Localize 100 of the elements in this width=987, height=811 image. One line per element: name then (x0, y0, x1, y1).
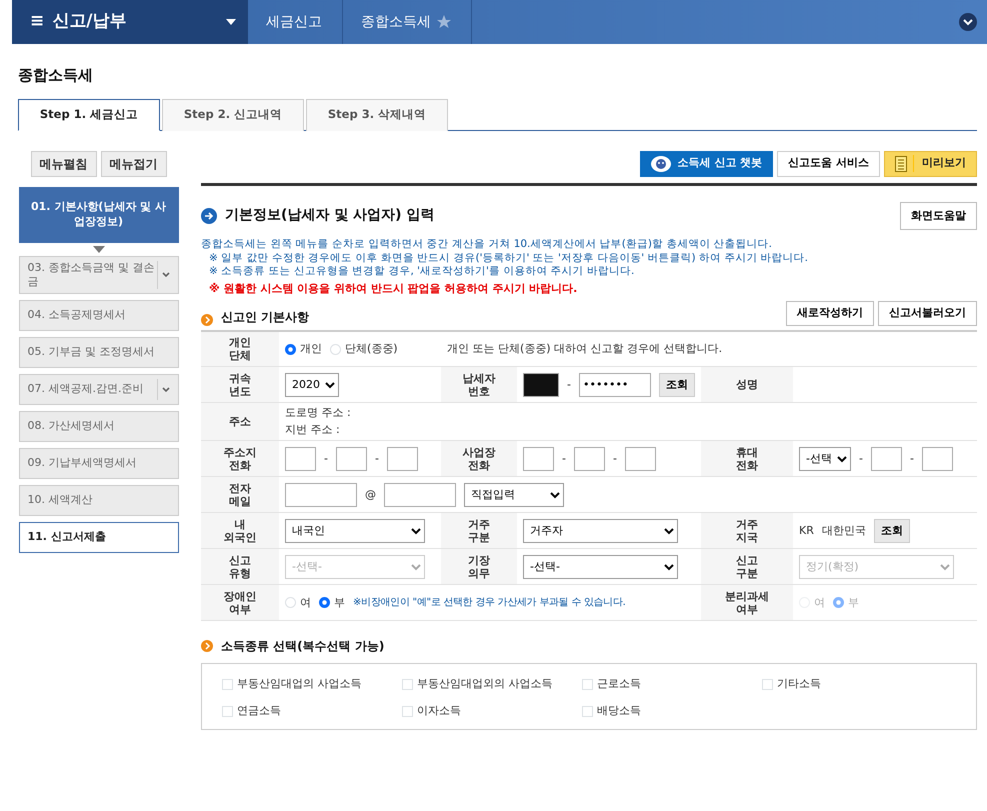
checkbox-label[interactable]: 근로소득 (597, 676, 641, 693)
field-label: 귀속 년도 (201, 366, 279, 403)
sidebar-item[interactable]: 03. 종합소득금액 및 결손금 (18, 256, 178, 294)
document-icon (895, 156, 907, 172)
separator: @ (365, 486, 376, 503)
tab[interactable]: Step 3. 삭제내역 (306, 98, 448, 130)
sidebar-item[interactable]: 07. 세액공제.감면.준비 (18, 374, 178, 406)
info-text: ※ 일부 값만 수정한 경우에도 이후 화면을 반드시 경유('등록하기' 또는 '저장후 다음이동' 버튼클릭) 하여 주시기 바랍니다. (208, 252, 809, 266)
checkbox-label[interactable]: 부동산임대업의 사업소득 (237, 676, 362, 693)
sidebar-item[interactable]: 10. 세액계산 (18, 485, 178, 516)
checkbox[interactable] (582, 679, 593, 690)
menu-toggle-button[interactable]: 메뉴접기 (100, 150, 166, 176)
sidebar-item[interactable]: 05. 기부금 및 조정명세서 (18, 337, 178, 368)
help-button[interactable]: 화면도움말 (900, 202, 977, 230)
section-title: 소득종류 선택(복수선택 가능) (221, 638, 384, 656)
help-service-button[interactable]: 신고도움 서비스 (777, 150, 880, 176)
breadcrumb-link[interactable]: 종합소득세 (343, 0, 472, 44)
redacted-field (523, 372, 560, 397)
chevron-down-icon (959, 13, 977, 31)
separator: - (374, 450, 379, 467)
chatbot-button[interactable]: 소득세 신고 챗봇 (640, 150, 774, 176)
sidebar-item[interactable]: 09. 기납부세액명세서 (18, 448, 178, 480)
field-text: 개인 또는 단체(종중) 대하여 신고할 경우에 선택합니다. (447, 340, 722, 357)
input-field[interactable] (870, 446, 902, 471)
input-field[interactable] (285, 446, 316, 471)
menu-toggle-button[interactable]: 메뉴펼침 (30, 150, 96, 176)
checkbox[interactable] (582, 706, 593, 717)
radio-label[interactable]: 개인 (300, 340, 322, 358)
input-field[interactable] (922, 446, 953, 471)
dropdown[interactable]: -선택- (523, 554, 678, 579)
checkbox-label[interactable]: 부동산임대업외의 사업소득 (417, 676, 552, 693)
field-label: 기장 의무 (441, 548, 517, 585)
dropdown[interactable]: 거주자 (523, 518, 678, 543)
menu-button[interactable]: ≡ 신고/납부 (12, 0, 248, 44)
field-label: 내 외국인 (201, 512, 279, 549)
breadcrumb-link[interactable]: 세금신고 (248, 0, 343, 44)
field-label: 전자 메일 (201, 476, 279, 513)
section-heading: 기본정보(납세자 및 사업자) 입력 (225, 206, 434, 226)
checkbox[interactable] (762, 679, 773, 690)
radio-label[interactable]: 부 (334, 594, 345, 612)
checkbox-label[interactable]: 이자소득 (417, 702, 461, 720)
info-text: 종합소득세는 왼쪽 메뉴를 순차로 입력하면서 중간 계산을 거쳐 10.세액계산에서 납부(환급)할 총세액이 산출됩니다. (201, 238, 773, 252)
field-label: 거주 구분 (441, 512, 517, 549)
input-field[interactable] (523, 446, 554, 471)
page-title: 종합소득세 (18, 65, 94, 86)
checkbox[interactable] (222, 679, 233, 690)
sidebar-item[interactable]: 04. 소득공제명세서 (18, 300, 178, 332)
lookup-button[interactable]: 조회 (874, 518, 910, 544)
arrow-right-icon (201, 640, 213, 652)
field-label: 장애인 여부 (201, 584, 279, 621)
separator: - (612, 450, 617, 467)
input-field[interactable] (285, 482, 357, 507)
checkbox[interactable] (402, 679, 413, 690)
input-field[interactable] (386, 446, 418, 471)
sidebar-item[interactable]: 01. 기본사항(납세자 및 사업장정보) (18, 186, 178, 242)
field-label: 신고 구분 (701, 548, 793, 585)
input-field[interactable]: ••••••• (579, 372, 651, 397)
note-text: ※비장애인이 "예"로 선택한 경우 가산세가 부과될 수 있습니다. (353, 596, 626, 610)
input-field[interactable] (574, 446, 605, 471)
input-field[interactable] (384, 482, 456, 507)
sidebar-item[interactable]: 11. 신고서제출 (18, 522, 178, 554)
arrow-right-icon (201, 314, 213, 326)
info-text: ※ 소득종류 또는 신고유형을 변경할 경우, '새로작성하기'를 이용하여 주시기 바랍니다. (208, 265, 636, 279)
field-label: 납세자 번호 (441, 366, 517, 403)
section-title: 신고인 기본사항 (221, 308, 310, 326)
input-field[interactable] (624, 446, 656, 471)
checkbox-label[interactable]: 기타소득 (777, 676, 821, 693)
field-label: 주소지 전화 (201, 440, 279, 477)
separator: - (324, 450, 328, 467)
field-label: 사업장 전화 (441, 440, 517, 477)
dropdown[interactable]: 2020 (285, 372, 339, 397)
dropdown[interactable]: 직접입력 (464, 482, 564, 507)
radio-button[interactable] (319, 597, 330, 608)
radio-label[interactable]: 여 (300, 594, 311, 612)
load-form-button[interactable]: 신고서불러오기 (878, 301, 977, 326)
field-text: 대한민국 (822, 522, 866, 539)
chatbot-icon (651, 154, 672, 172)
input-field[interactable] (336, 446, 367, 471)
separator: - (562, 450, 566, 467)
radio-button[interactable] (285, 344, 296, 355)
new-form-button[interactable]: 새로작성하기 (786, 301, 874, 326)
tab[interactable]: Step 2. 신고내역 (162, 98, 304, 130)
separator: - (910, 450, 914, 467)
checkbox-label[interactable]: 연금소득 (237, 702, 281, 720)
radio-label[interactable]: 단체(종중) (345, 340, 398, 358)
field-label: 주소 (201, 402, 279, 441)
lookup-button[interactable]: 조회 (659, 372, 695, 398)
tab[interactable]: Step 1. 세금신고 (18, 98, 160, 130)
dropdown[interactable]: -선택 (799, 446, 851, 471)
field-label: 휴대 전화 (701, 440, 793, 477)
field-label: 개인 단체 (201, 330, 279, 367)
sidebar-item[interactable]: 08. 가산세명세서 (18, 411, 178, 442)
down-triangle-icon (92, 246, 104, 252)
checkbox-label[interactable]: 배당소득 (597, 702, 641, 720)
preview-button[interactable]: 미리보기 (884, 150, 977, 176)
field-label: 성명 (701, 366, 793, 403)
dropdown[interactable]: 내국인 (285, 518, 425, 543)
checkbox[interactable] (222, 706, 233, 717)
checkbox[interactable] (402, 706, 413, 717)
chevron-down-icon (162, 386, 170, 393)
